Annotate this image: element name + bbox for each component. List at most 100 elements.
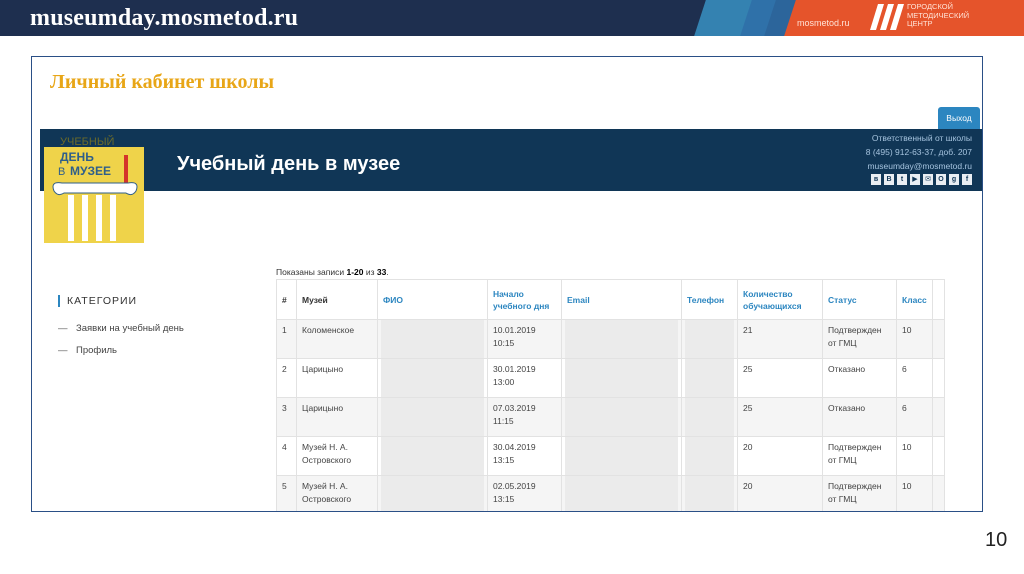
site-header: Учебный день в музее Ответственный от шк… (40, 129, 982, 191)
row-status: Подтвержден от ГМЦ (822, 475, 897, 511)
slide-banner: museumday.mosmetod.ru mosmetod.ru ГОРОДС… (0, 0, 1024, 36)
facebook-icon[interactable]: f (962, 174, 972, 185)
column-header-phone[interactable]: Телефон (681, 279, 738, 320)
table-row[interactable]: 5 Музей Н. А. Островского 02.05.2019 13:1… (276, 475, 945, 511)
row-count: 25 (737, 358, 823, 398)
redacted-cell (561, 475, 682, 511)
redacted-cell (561, 397, 682, 437)
row-grade: 10 (896, 475, 933, 511)
exit-button[interactable]: Выход (938, 107, 980, 129)
redacted-cell (681, 436, 738, 476)
twitter-icon[interactable]: t (897, 174, 907, 185)
row-museum: Коломенское (296, 319, 378, 359)
categories-menu: — Заявки на учебный день — Профиль (58, 323, 184, 367)
row-num: 4 (276, 436, 297, 476)
row-actions (931, 397, 945, 437)
row-museum: Музей Н. А. Островского (296, 475, 378, 511)
column-header-status[interactable]: Статус (822, 279, 897, 320)
row-num: 1 (276, 319, 297, 359)
row-start: 07.03.2019 11:15 (487, 397, 562, 437)
slide-title: museumday.mosmetod.ru (30, 5, 299, 31)
row-actions (931, 358, 945, 398)
logo-word-2: ДЕНЬ (60, 150, 94, 164)
cabinet-title: Личный кабинет школы (50, 71, 275, 93)
column-header-museum: Музей (296, 279, 378, 320)
row-grade: 10 (896, 319, 933, 359)
logo-word-4: МУЗЕЕ (70, 164, 111, 178)
contact-email[interactable]: museumday@mosmetod.ru (867, 161, 972, 171)
redacted-cell (561, 319, 682, 359)
redacted-cell (377, 358, 488, 398)
row-actions (931, 436, 945, 476)
table-row[interactable]: 1 Коломенское 10.01.2019 10:15 21 Подтвер… (276, 319, 945, 359)
categories-heading: КАТЕГОРИИ (58, 295, 137, 307)
row-status: Подтвержден от ГМЦ (822, 436, 897, 476)
gmc-logo-icon (870, 4, 904, 30)
row-start: 02.05.2019 13:15 (487, 475, 562, 511)
redacted-cell (377, 397, 488, 437)
row-count: 20 (737, 475, 823, 511)
column-header-email[interactable]: Email (561, 279, 682, 320)
row-museum: Царицыно (296, 397, 378, 437)
table-row[interactable]: 4 Музей Н. А. Островского 30.04.2019 13:1… (276, 436, 945, 476)
redacted-cell (681, 475, 738, 511)
row-grade: 6 (896, 397, 933, 437)
redacted-cell (681, 397, 738, 437)
row-start: 10.01.2019 10:15 (487, 319, 562, 359)
column-header-num: # (276, 279, 297, 320)
row-num: 3 (276, 397, 297, 437)
table-row[interactable]: 3 Царицыно 07.03.2019 11:15 25 Отказано 6 (276, 397, 945, 437)
row-actions (931, 475, 945, 511)
row-start: 30.01.2019 13:00 (487, 358, 562, 398)
redacted-cell (561, 358, 682, 398)
logo-word-3: В (58, 166, 65, 178)
mail-icon[interactable]: ✉ (923, 174, 933, 185)
menu-item-label: Заявки на учебный день (76, 323, 184, 334)
redacted-cell (377, 436, 488, 476)
row-num: 2 (276, 358, 297, 398)
column-header-actions (931, 279, 945, 320)
museum-day-logo-icon[interactable]: УЧЕБНЫЙ ДЕНЬ В МУЗЕЕ (42, 133, 146, 243)
vk-alt-icon[interactable]: В (884, 174, 894, 185)
row-grade: 10 (896, 436, 933, 476)
column-header-fio[interactable]: ФИО (377, 279, 488, 320)
row-count: 25 (737, 397, 823, 437)
table-row[interactable]: 2 Царицыно 30.01.2019 13:00 25 Отказано 6 (276, 358, 945, 398)
menu-item-label: Профиль (76, 345, 118, 356)
contact-label: Ответственный от школы (871, 133, 972, 143)
redacted-cell (377, 319, 488, 359)
odnoklassniki-icon[interactable]: О (936, 174, 946, 185)
row-count: 21 (737, 319, 823, 359)
brand-text: ГОРОДСКОЙ МЕТОДИЧЕСКИЙ ЦЕНТР (907, 2, 970, 28)
social-links: в В t ▶ ✉ О g f (871, 174, 972, 185)
row-start: 30.04.2019 13:15 (487, 436, 562, 476)
redacted-cell (377, 475, 488, 511)
row-status: Отказано (822, 397, 897, 437)
row-museum: Царицыно (296, 358, 378, 398)
redacted-cell (681, 358, 738, 398)
youtube-icon[interactable]: ▶ (910, 174, 920, 185)
column-header-count[interactable]: Количество обучающихся (737, 279, 823, 320)
redacted-cell (681, 319, 738, 359)
row-status: Подтвержден от ГМЦ (822, 319, 897, 359)
menu-item-requests[interactable]: — Заявки на учебный день (58, 323, 184, 345)
column-header-grade[interactable]: Класс (896, 279, 933, 320)
site-name: Учебный день в музее (177, 153, 401, 175)
row-museum: Музей Н. А. Островского (296, 436, 378, 476)
page-number: 10 (985, 529, 1008, 551)
brand-site: mosmetod.ru (797, 18, 850, 28)
menu-item-profile[interactable]: — Профиль (58, 345, 184, 367)
logo-word-1: УЧЕБНЫЙ (60, 135, 114, 148)
column-header-start[interactable]: Начало учебного дня (487, 279, 562, 320)
row-status: Отказано (822, 358, 897, 398)
row-grade: 6 (896, 358, 933, 398)
row-num: 5 (276, 475, 297, 511)
records-summary: Показаны записи 1-20 из 33. (276, 267, 389, 277)
row-actions (931, 319, 945, 359)
cabinet-screenshot: Личный кабинет школы Выход Учебный день … (31, 56, 983, 512)
google-icon[interactable]: g (949, 174, 959, 185)
vk-icon[interactable]: в (871, 174, 881, 185)
contact-phone: 8 (495) 912-63-37, доб. 207 (865, 147, 972, 157)
requests-table: # Музей ФИО Начало учебного дня Email Те… (276, 279, 945, 511)
row-count: 20 (737, 436, 823, 476)
